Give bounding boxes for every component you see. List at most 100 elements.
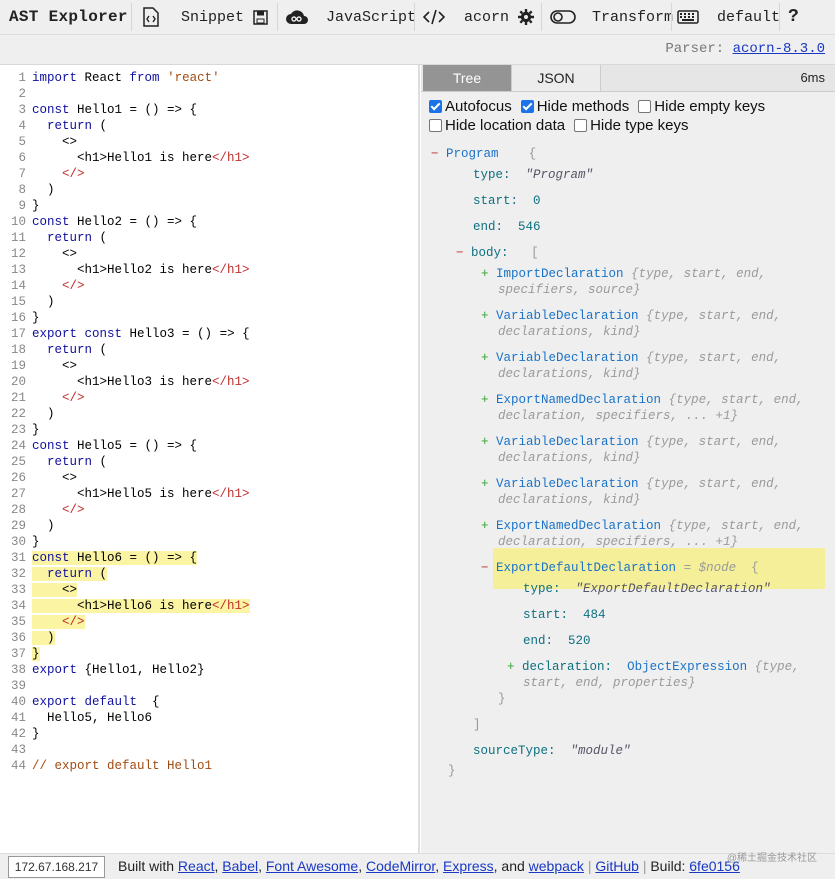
code-line[interactable]: 30} [0,534,40,550]
link-github[interactable]: GitHub [595,858,639,874]
expand-icon[interactable]: + [481,477,489,491]
expand-icon[interactable]: + [481,393,489,407]
code-line[interactable]: 37} [0,646,40,662]
link-font-awesome[interactable]: Font Awesome [266,858,358,874]
code-line[interactable]: 23} [0,422,40,438]
code-line[interactable]: 18 return ( [0,342,107,358]
code-line[interactable]: 31 const Hello6 = () => { [0,550,198,566]
link-webpack[interactable]: webpack [529,858,584,874]
keymap-selector[interactable]: default [677,0,780,34]
parser-version-link[interactable]: acorn-8.3.0 [733,41,825,57]
code-line[interactable]: 14 </> [0,278,85,294]
parser-settings-button[interactable] [518,0,534,34]
tree-node-export-default[interactable]: − ExportDefaultDeclaration = $node { [481,560,759,576]
code-line[interactable]: 35 </> [0,614,85,630]
code-line[interactable]: 24 const Hello5 = () => { [0,438,197,454]
code-line[interactable]: 40 export default { [0,694,160,710]
option-autofocus[interactable]: Autofocus [429,98,512,115]
link-babel[interactable]: Babel [222,858,258,874]
tree-node-body-item[interactable]: + VariableDeclaration {type, start, end, [481,476,781,492]
code-line[interactable]: 7 </> [0,166,85,182]
node-summary: {type, start, end, [646,435,782,449]
code-line[interactable]: 33 <> [0,582,78,598]
code-line[interactable]: 5 <> [0,134,77,150]
code-line[interactable]: 43 [0,742,32,758]
tree-node-body-item[interactable]: + ImportDeclaration {type, start, end, [481,266,766,282]
line-code: export {Hello1, Hello2} [32,663,205,677]
code-line[interactable]: 41 Hello5, Hello6 [0,710,152,726]
tree-node-body-item[interactable]: + ExportNamedDeclaration {type, start, e… [481,518,804,534]
collapse-icon[interactable]: − [456,246,464,260]
code-line[interactable]: 44 // export default Hello1 [0,758,212,774]
code-line[interactable]: 12 <> [0,246,77,262]
code-line[interactable]: 20 <h1>Hello3 is here</h1> [0,374,250,390]
tab-json[interactable]: JSON [511,65,601,91]
tree-node-body-item[interactable]: + VariableDeclaration {type, start, end, [481,308,781,324]
snippet-button[interactable]: Snippet [142,0,244,34]
link-express[interactable]: Express [443,858,494,874]
checkbox-hide-empty-keys[interactable] [638,100,652,113]
prop-declaration[interactable]: + declaration: ObjectExpression {type, [507,659,800,675]
code-line[interactable]: 21 </> [0,390,85,406]
prop-body[interactable]: − body: [ [456,245,539,261]
code-line[interactable]: 4 return ( [0,118,107,134]
expand-icon[interactable]: + [481,351,489,365]
language-selector[interactable]: JavaScript [285,0,416,34]
code-line[interactable]: 3 const Hello1 = () => { [0,102,197,118]
expand-icon[interactable]: + [507,660,515,674]
code-line[interactable]: 11 return ( [0,230,107,246]
code-line[interactable]: 42} [0,726,40,742]
option-hide-methods[interactable]: Hide methods [520,98,629,115]
tree-node-program[interactable]: − Program { [431,146,536,162]
code-line[interactable]: 29 ) [0,518,55,534]
parser-selector[interactable]: acorn [423,0,509,34]
tree-node-body-item[interactable]: + VariableDeclaration {type, start, end, [481,350,781,366]
link-react[interactable]: React [178,858,215,874]
transform-toggle[interactable]: Transform [550,0,673,34]
expand-icon[interactable]: + [481,309,489,323]
code-line[interactable]: 9} [0,198,39,214]
code-line[interactable]: 16} [0,310,40,326]
help-button[interactable]: ? [788,0,799,34]
code-line[interactable]: 10 const Hello2 = () => { [0,214,197,230]
expand-icon[interactable]: + [481,435,489,449]
checkbox-hide-type-keys[interactable] [574,119,588,132]
checkbox-hide-methods[interactable] [520,100,534,113]
checkbox-hide-location-data[interactable] [429,119,442,132]
code-line[interactable]: 15 ) [0,294,55,310]
code-line[interactable]: 19 <> [0,358,77,374]
code-line[interactable]: 2 [0,86,32,102]
link-codemirror[interactable]: CodeMirror [366,858,435,874]
line-number: 17 [10,327,26,341]
option-hide-type-keys[interactable]: Hide type keys [574,117,688,134]
option-hide-location-data[interactable]: Hide location data [429,117,565,134]
line-code: </> [62,167,85,181]
code-line[interactable]: 13 <h1>Hello2 is here</h1> [0,262,250,278]
collapse-icon[interactable]: − [481,561,489,575]
code-line[interactable]: 26 <> [0,470,77,486]
code-line[interactable]: 6 <h1>Hello1 is here</h1> [0,150,249,166]
code-line[interactable]: 36 ) [0,630,55,646]
tab-tree[interactable]: Tree [423,65,511,91]
tree-node-body-item[interactable]: + ExportNamedDeclaration {type, start, e… [481,392,804,408]
code-line[interactable]: 38 export {Hello1, Hello2} [0,662,205,678]
code-line[interactable]: 32 return ( [0,566,108,582]
code-line[interactable]: 22 ) [0,406,55,422]
option-hide-empty-keys[interactable]: Hide empty keys [638,98,765,115]
tree-node-body-item[interactable]: + VariableDeclaration {type, start, end, [481,434,781,450]
collapse-icon[interactable]: − [431,147,439,161]
code-line[interactable]: 25 return ( [0,454,107,470]
save-button[interactable] [253,0,268,34]
code-line[interactable]: 8 ) [0,182,54,198]
code-editor[interactable]: 1 import React from 'react' 2 3 const Hello1… [0,65,420,853]
code-line[interactable]: 17 export const Hello3 = () => { [0,326,250,342]
code-line[interactable]: 34 <h1>Hello6 is here</h1> [0,598,250,614]
code-line[interactable]: 28 </> [0,502,85,518]
code-line[interactable]: 39 [0,678,32,694]
code-line[interactable]: 1 import React from 'react' [0,70,219,86]
node-summary: start, end, properties} [523,676,696,690]
expand-icon[interactable]: + [481,267,489,281]
code-line[interactable]: 27 <h1>Hello5 is here</h1> [0,486,250,502]
checkbox-autofocus[interactable] [429,100,442,113]
expand-icon[interactable]: + [481,519,489,533]
